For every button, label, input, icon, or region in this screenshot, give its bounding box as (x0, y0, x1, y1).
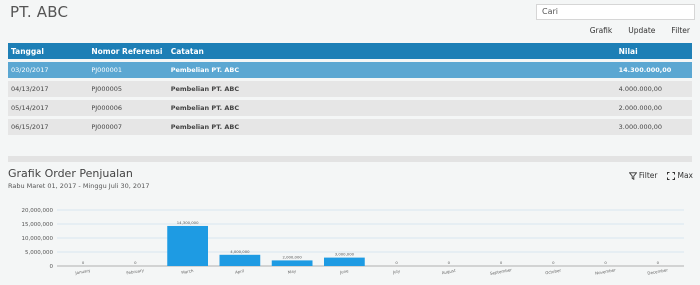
bar-value-label: 0 (448, 260, 451, 265)
table-row[interactable]: 06/15/2017 PJ000007 Pembelian PT. ABC 3.… (8, 119, 692, 135)
cell-ref: PJ000006 (88, 100, 168, 116)
cell-date: 04/13/2017 (8, 81, 89, 97)
chart-date-range: Rabu Maret 01, 2017 - Minggu Juli 30, 20… (8, 182, 150, 190)
table-row[interactable]: 04/13/2017 PJ000005 Pembelian PT. ABC 4.… (8, 81, 692, 97)
cell-date: 03/20/2017 (8, 62, 89, 78)
toolbar: Grafik Update Filter (590, 26, 690, 35)
y-tick-label: 20,000,000 (22, 208, 54, 214)
update-button[interactable]: Update (628, 26, 655, 35)
page-title: PT. ABC (10, 3, 69, 21)
bar-value-label: 3,000,000 (335, 252, 355, 257)
table-header-row: Tanggal Nomor Referensi Catatan Nilai (8, 43, 692, 59)
cell-note: Pembelian PT. ABC (167, 81, 616, 97)
filter-icon (628, 171, 637, 180)
y-tick-label: 10,000,000 (22, 236, 54, 242)
column-header-catatan[interactable]: Catatan (167, 43, 616, 59)
column-header-nilai[interactable]: Nilai (615, 43, 692, 59)
cell-date: 05/14/2017 (8, 100, 89, 116)
chart-max-button[interactable]: Max (667, 171, 693, 180)
filter-button[interactable]: Filter (671, 26, 690, 35)
x-tick-label: May (287, 268, 297, 274)
x-tick-label: January (74, 268, 91, 276)
bar-value-label: 0 (500, 260, 503, 265)
bar-value-label: 4,000,000 (230, 249, 250, 254)
table-row[interactable]: 05/14/2017 PJ000006 Pembelian PT. ABC 2.… (8, 100, 692, 116)
cell-ref: PJ000001 (88, 62, 168, 78)
cell-ref: PJ000005 (88, 81, 168, 97)
chart-filter-button[interactable]: Filter (628, 171, 658, 180)
x-tick-label: August (441, 268, 456, 275)
search-input[interactable]: Cari (536, 4, 695, 20)
order-bar-chart: 20,000,000 15,000,000 10,000,000 5,000,000 0… (22, 208, 684, 276)
x-tick-label: December (647, 267, 669, 276)
bar (323, 257, 365, 266)
x-tick-label: March (181, 268, 194, 275)
cell-note: Pembelian PT. ABC (167, 62, 616, 78)
x-tick-label: November (595, 267, 617, 276)
chart-max-label: Max (677, 171, 693, 180)
cell-value: 2.000.000,00 (615, 100, 692, 116)
bar (271, 260, 313, 266)
cell-ref: PJ000007 (88, 119, 168, 135)
cell-date: 06/15/2017 (8, 119, 89, 135)
cell-value: 14.300.000,00 (615, 62, 692, 78)
x-tick-label: October (545, 268, 562, 276)
bar-value-label: 0 (134, 260, 137, 265)
cell-note: Pembelian PT. ABC (167, 100, 616, 116)
bar-value-label: 2,000,000 (282, 254, 302, 259)
grafik-button[interactable]: Grafik (590, 26, 613, 35)
chart-filter-label: Filter (638, 171, 658, 180)
bar (219, 254, 261, 266)
table-row[interactable]: 03/20/2017 PJ000001 Pembelian PT. ABC 14… (8, 62, 692, 78)
y-tick-label: 5,000,000 (25, 250, 53, 256)
maximize-icon (667, 171, 676, 180)
y-tick-label: 0 (50, 264, 54, 270)
x-tick-label: April (235, 268, 245, 275)
x-tick-label: February (126, 267, 145, 275)
cell-note: Pembelian PT. ABC (167, 119, 616, 135)
data-table: Tanggal Nomor Referensi Catatan Nilai 03… (8, 40, 692, 138)
chart-tools: Filter Max (628, 171, 693, 180)
chart-title: Grafik Order Penjualan (8, 167, 133, 180)
cell-value: 4.000.000,00 (615, 81, 692, 97)
table-scroll-area[interactable] (8, 156, 692, 162)
bar (167, 225, 209, 266)
bar-value-label: 0 (82, 260, 85, 265)
bar-value-label: 0 (604, 260, 607, 265)
column-header-nomor-referensi[interactable]: Nomor Referensi (88, 43, 168, 59)
x-tick-label: June (338, 268, 349, 275)
bar-value-label: 0 (395, 260, 398, 265)
column-header-tanggal[interactable]: Tanggal (8, 43, 89, 59)
cell-value: 3.000.000,00 (615, 119, 692, 135)
x-tick-label: July (391, 268, 401, 274)
bar-value-label: 0 (552, 260, 555, 265)
bar-value-label: 14,300,000 (177, 220, 199, 225)
bar-value-label: 0 (657, 260, 660, 265)
x-tick-label: September (490, 267, 513, 276)
y-tick-label: 15,000,000 (22, 222, 54, 228)
